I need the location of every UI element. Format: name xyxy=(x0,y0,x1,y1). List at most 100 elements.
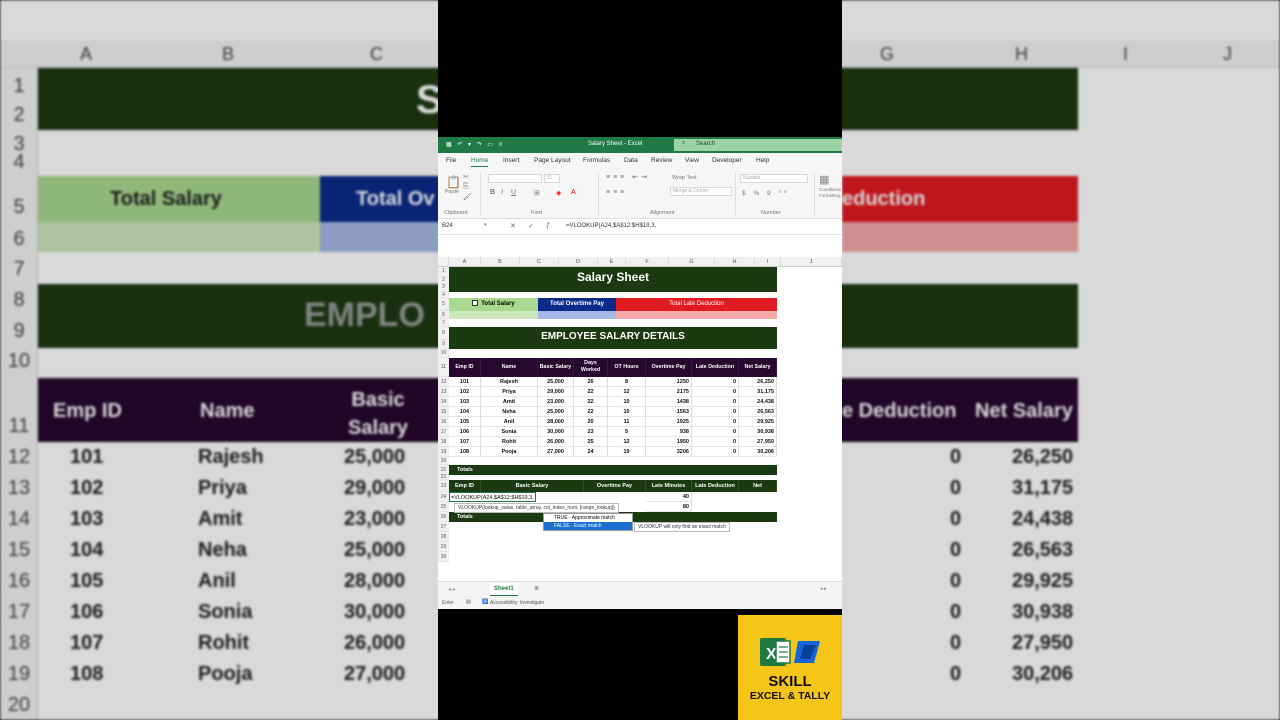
table-cell[interactable]: 19 xyxy=(608,446,646,457)
table-cell[interactable]: 26,000 xyxy=(538,436,574,447)
table-header[interactable]: Emp ID xyxy=(449,357,481,377)
table-cell[interactable]: 22 xyxy=(574,396,608,407)
accessibility-icon[interactable]: ♿ xyxy=(482,599,488,605)
table-header[interactable]: Net Salary xyxy=(739,357,777,377)
table-cell[interactable]: Rohit xyxy=(481,436,538,447)
table-cell[interactable]: 5 xyxy=(608,426,646,437)
row-header[interactable]: 25 xyxy=(438,501,449,512)
row-header[interactable]: 28 xyxy=(438,531,449,542)
align-icons[interactable]: ≡≡≡ ⇤⇥ xyxy=(606,173,650,181)
row-header[interactable]: 26 xyxy=(438,511,449,522)
table-cell[interactable]: 10 xyxy=(608,396,646,407)
row-header[interactable]: 24 xyxy=(438,491,449,502)
cut-icon[interactable]: ✂ xyxy=(463,173,469,181)
table-cell[interactable]: 106 xyxy=(449,426,481,437)
table-cell[interactable]: 0 xyxy=(692,376,739,387)
table-cell[interactable]: 0 xyxy=(692,446,739,457)
table-cell[interactable]: 1438 xyxy=(646,396,692,407)
sheet-nav-icons[interactable]: ◂ ▸ xyxy=(448,586,456,593)
lookup-header[interactable]: Emp ID xyxy=(449,479,481,492)
table-cell[interactable]: 23 xyxy=(574,426,608,437)
table-cell[interactable]: 10 xyxy=(608,406,646,417)
table-cell[interactable]: 0 xyxy=(692,426,739,437)
tab-developer[interactable]: Developer xyxy=(712,157,742,164)
format-painter-icon[interactable]: 🖌 xyxy=(463,193,472,201)
row-header[interactable]: 21 xyxy=(438,464,449,475)
table-cell[interactable]: Sonia xyxy=(481,426,538,437)
number-format-select[interactable]: Number xyxy=(740,174,808,183)
dropdown-option-true[interactable]: TRUE - Approximate match xyxy=(544,514,632,522)
total-salary-value-cell[interactable] xyxy=(449,310,538,319)
late-minutes-cell[interactable]: 80 xyxy=(646,501,692,512)
worksheet-grid[interactable]: A B C D E F G H I J 1 2 3 4 5 6 7 8 9 10 11 12 13 14 15 16 17 18 19 2… xyxy=(438,257,842,581)
lookup-header[interactable]: Overtime Pay xyxy=(584,479,646,492)
table-cell[interactable]: 938 xyxy=(646,426,692,437)
wrap-text-button[interactable]: Wrap Text xyxy=(672,175,697,181)
row-header[interactable]: 29 xyxy=(438,541,449,552)
font-color-icon[interactable]: A xyxy=(571,189,576,196)
table-header[interactable]: Overtime Pay xyxy=(646,357,692,377)
column-header-h[interactable]: H xyxy=(715,257,755,267)
row-header[interactable]: 30 xyxy=(438,551,449,562)
tab-review[interactable]: Review xyxy=(651,157,672,164)
row-header[interactable]: 3 xyxy=(438,284,449,292)
table-header[interactable]: Days Worked xyxy=(574,357,608,377)
table-cell[interactable]: 101 xyxy=(449,376,481,387)
table-cell[interactable]: 23,000 xyxy=(538,396,574,407)
table-cell[interactable]: 25,000 xyxy=(538,376,574,387)
column-header-g[interactable]: G xyxy=(669,257,715,267)
total-late-deduction-cell[interactable]: Total Late Deduction xyxy=(616,297,777,311)
table-cell[interactable]: 105 xyxy=(449,416,481,427)
row-header[interactable]: 5 xyxy=(438,297,449,311)
table-cell[interactable]: 1950 xyxy=(646,436,692,447)
row-header[interactable]: 18 xyxy=(438,436,449,447)
accessibility-status[interactable]: Accessibility: Investigate xyxy=(490,600,544,606)
formula-input[interactable]: =VLOOKUP(A24,$A$12:$H$19,3, xyxy=(566,223,656,229)
table-cell[interactable]: 103 xyxy=(449,396,481,407)
tab-page-layout[interactable]: Page Layout xyxy=(534,157,571,164)
table-cell[interactable]: 29,000 xyxy=(538,386,574,397)
late-minutes-cell[interactable]: 40 xyxy=(646,491,692,502)
fx-icon[interactable]: ƒ xyxy=(546,222,550,229)
checkbox-icon[interactable] xyxy=(472,299,479,306)
tab-formulas[interactable]: Formulas xyxy=(583,157,610,164)
row-header[interactable]: 19 xyxy=(438,446,449,457)
lookup-header[interactable]: Late Deduction xyxy=(692,479,739,492)
column-header-e[interactable]: E xyxy=(598,257,626,267)
table-cell[interactable]: 31,175 xyxy=(739,386,777,397)
row-header[interactable]: 10 xyxy=(438,348,449,358)
table-cell[interactable]: 30,938 xyxy=(739,426,777,437)
row-header[interactable]: 15 xyxy=(438,406,449,417)
table-cell[interactable]: 20 xyxy=(574,416,608,427)
row-header[interactable]: 16 xyxy=(438,416,449,427)
table-cell[interactable]: 8 xyxy=(608,376,646,387)
row-header[interactable]: 14 xyxy=(438,396,449,407)
table-cell[interactable]: 27,950 xyxy=(739,436,777,447)
number-format-icons[interactable]: $ % 9 ⁰⁰ xyxy=(742,189,790,197)
conditional-formatting-button[interactable]: ▦ xyxy=(819,173,829,186)
font-size-select[interactable]: 11 xyxy=(544,174,560,183)
table-cell[interactable]: 22 xyxy=(574,406,608,417)
table-cell[interactable]: 107 xyxy=(449,436,481,447)
row-header[interactable]: 9 xyxy=(438,339,449,349)
cancel-icon[interactable]: ✕ xyxy=(510,222,516,230)
font-name-select[interactable] xyxy=(488,174,542,183)
underline-icon[interactable]: U xyxy=(511,189,516,196)
table-cell[interactable]: 1925 xyxy=(646,416,692,427)
tab-view[interactable]: View xyxy=(685,157,699,164)
table-header[interactable]: Name xyxy=(481,357,538,377)
tab-help[interactable]: Help xyxy=(756,157,769,164)
table-cell[interactable]: 26,563 xyxy=(739,406,777,417)
table-cell[interactable]: Amit xyxy=(481,396,538,407)
borders-icon[interactable]: ⊞ xyxy=(534,189,540,197)
row-header[interactable]: 17 xyxy=(438,426,449,437)
table-cell[interactable]: 22 xyxy=(574,386,608,397)
tab-file[interactable]: File xyxy=(446,157,456,164)
row-header[interactable]: 6 xyxy=(438,310,449,319)
table-cell[interactable]: 1250 xyxy=(646,376,692,387)
table-header[interactable]: Basic Salary xyxy=(538,357,574,377)
total-overtime-value-cell[interactable] xyxy=(538,310,616,319)
table-cell[interactable]: 27,000 xyxy=(538,446,574,457)
table-cell[interactable]: 3206 xyxy=(646,446,692,457)
lookup-header[interactable]: Late Minutes xyxy=(646,479,692,492)
